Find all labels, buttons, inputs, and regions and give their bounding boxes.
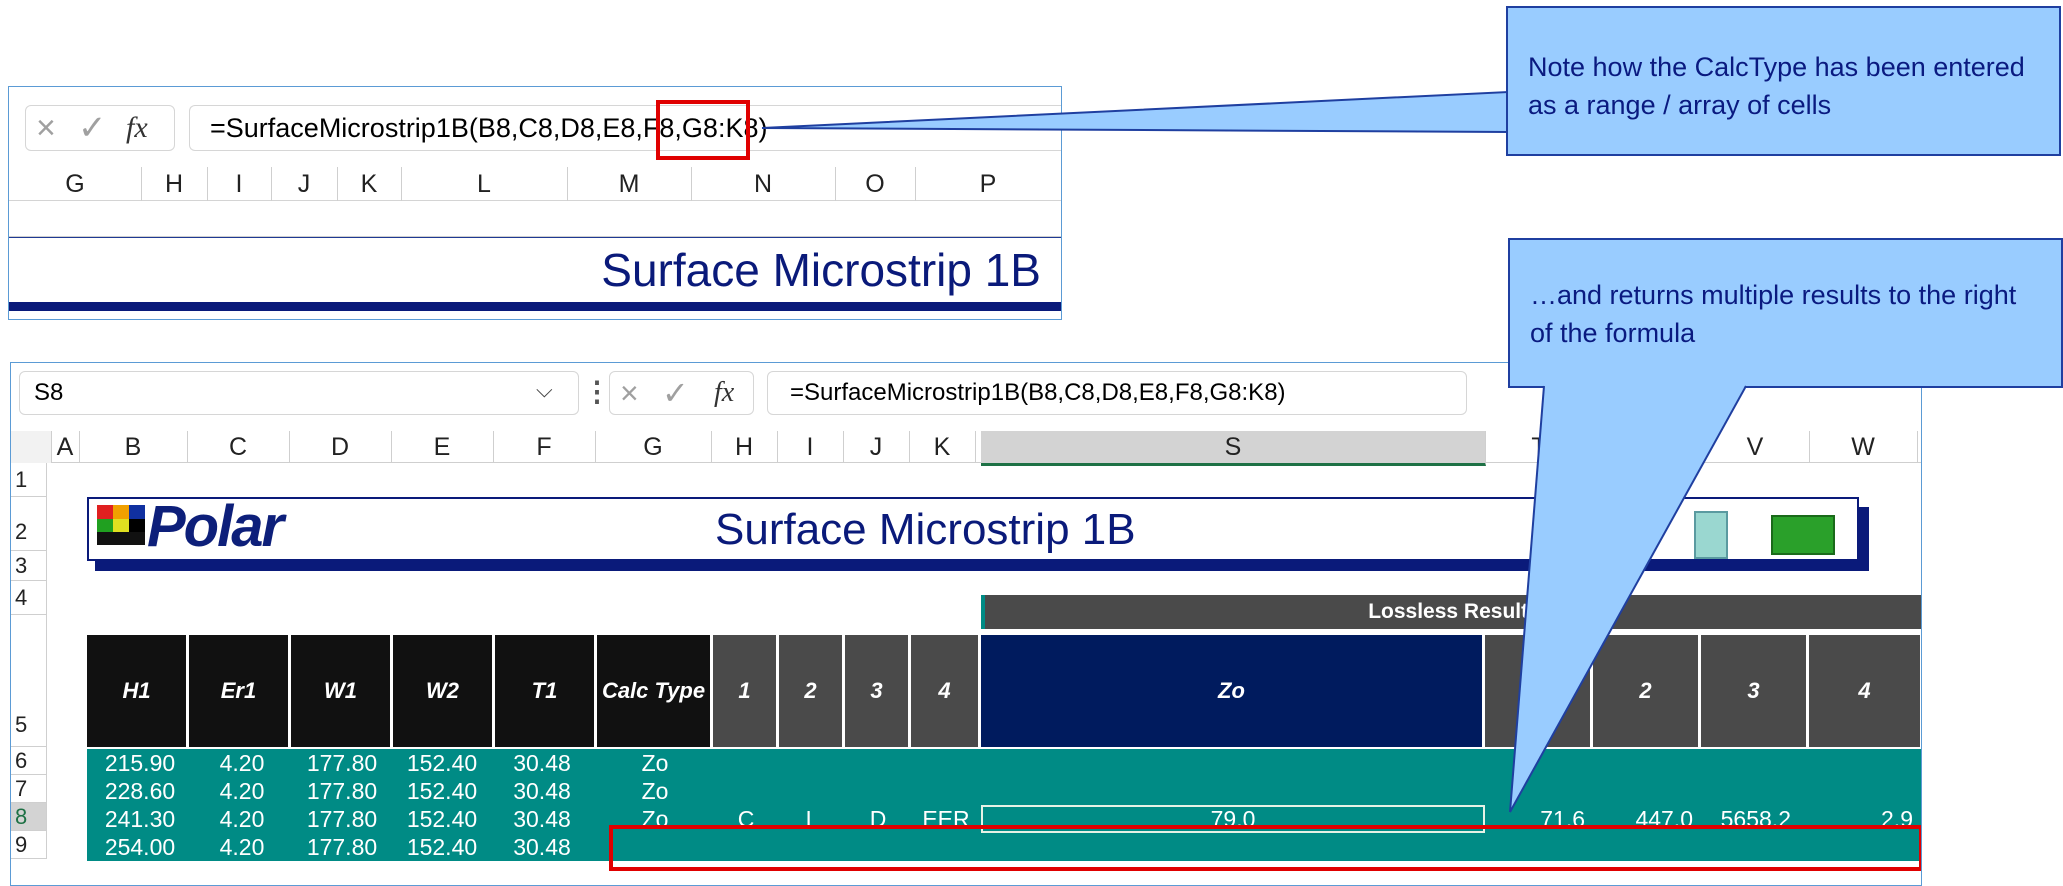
callout-pointer-2 [1509,384,1747,813]
